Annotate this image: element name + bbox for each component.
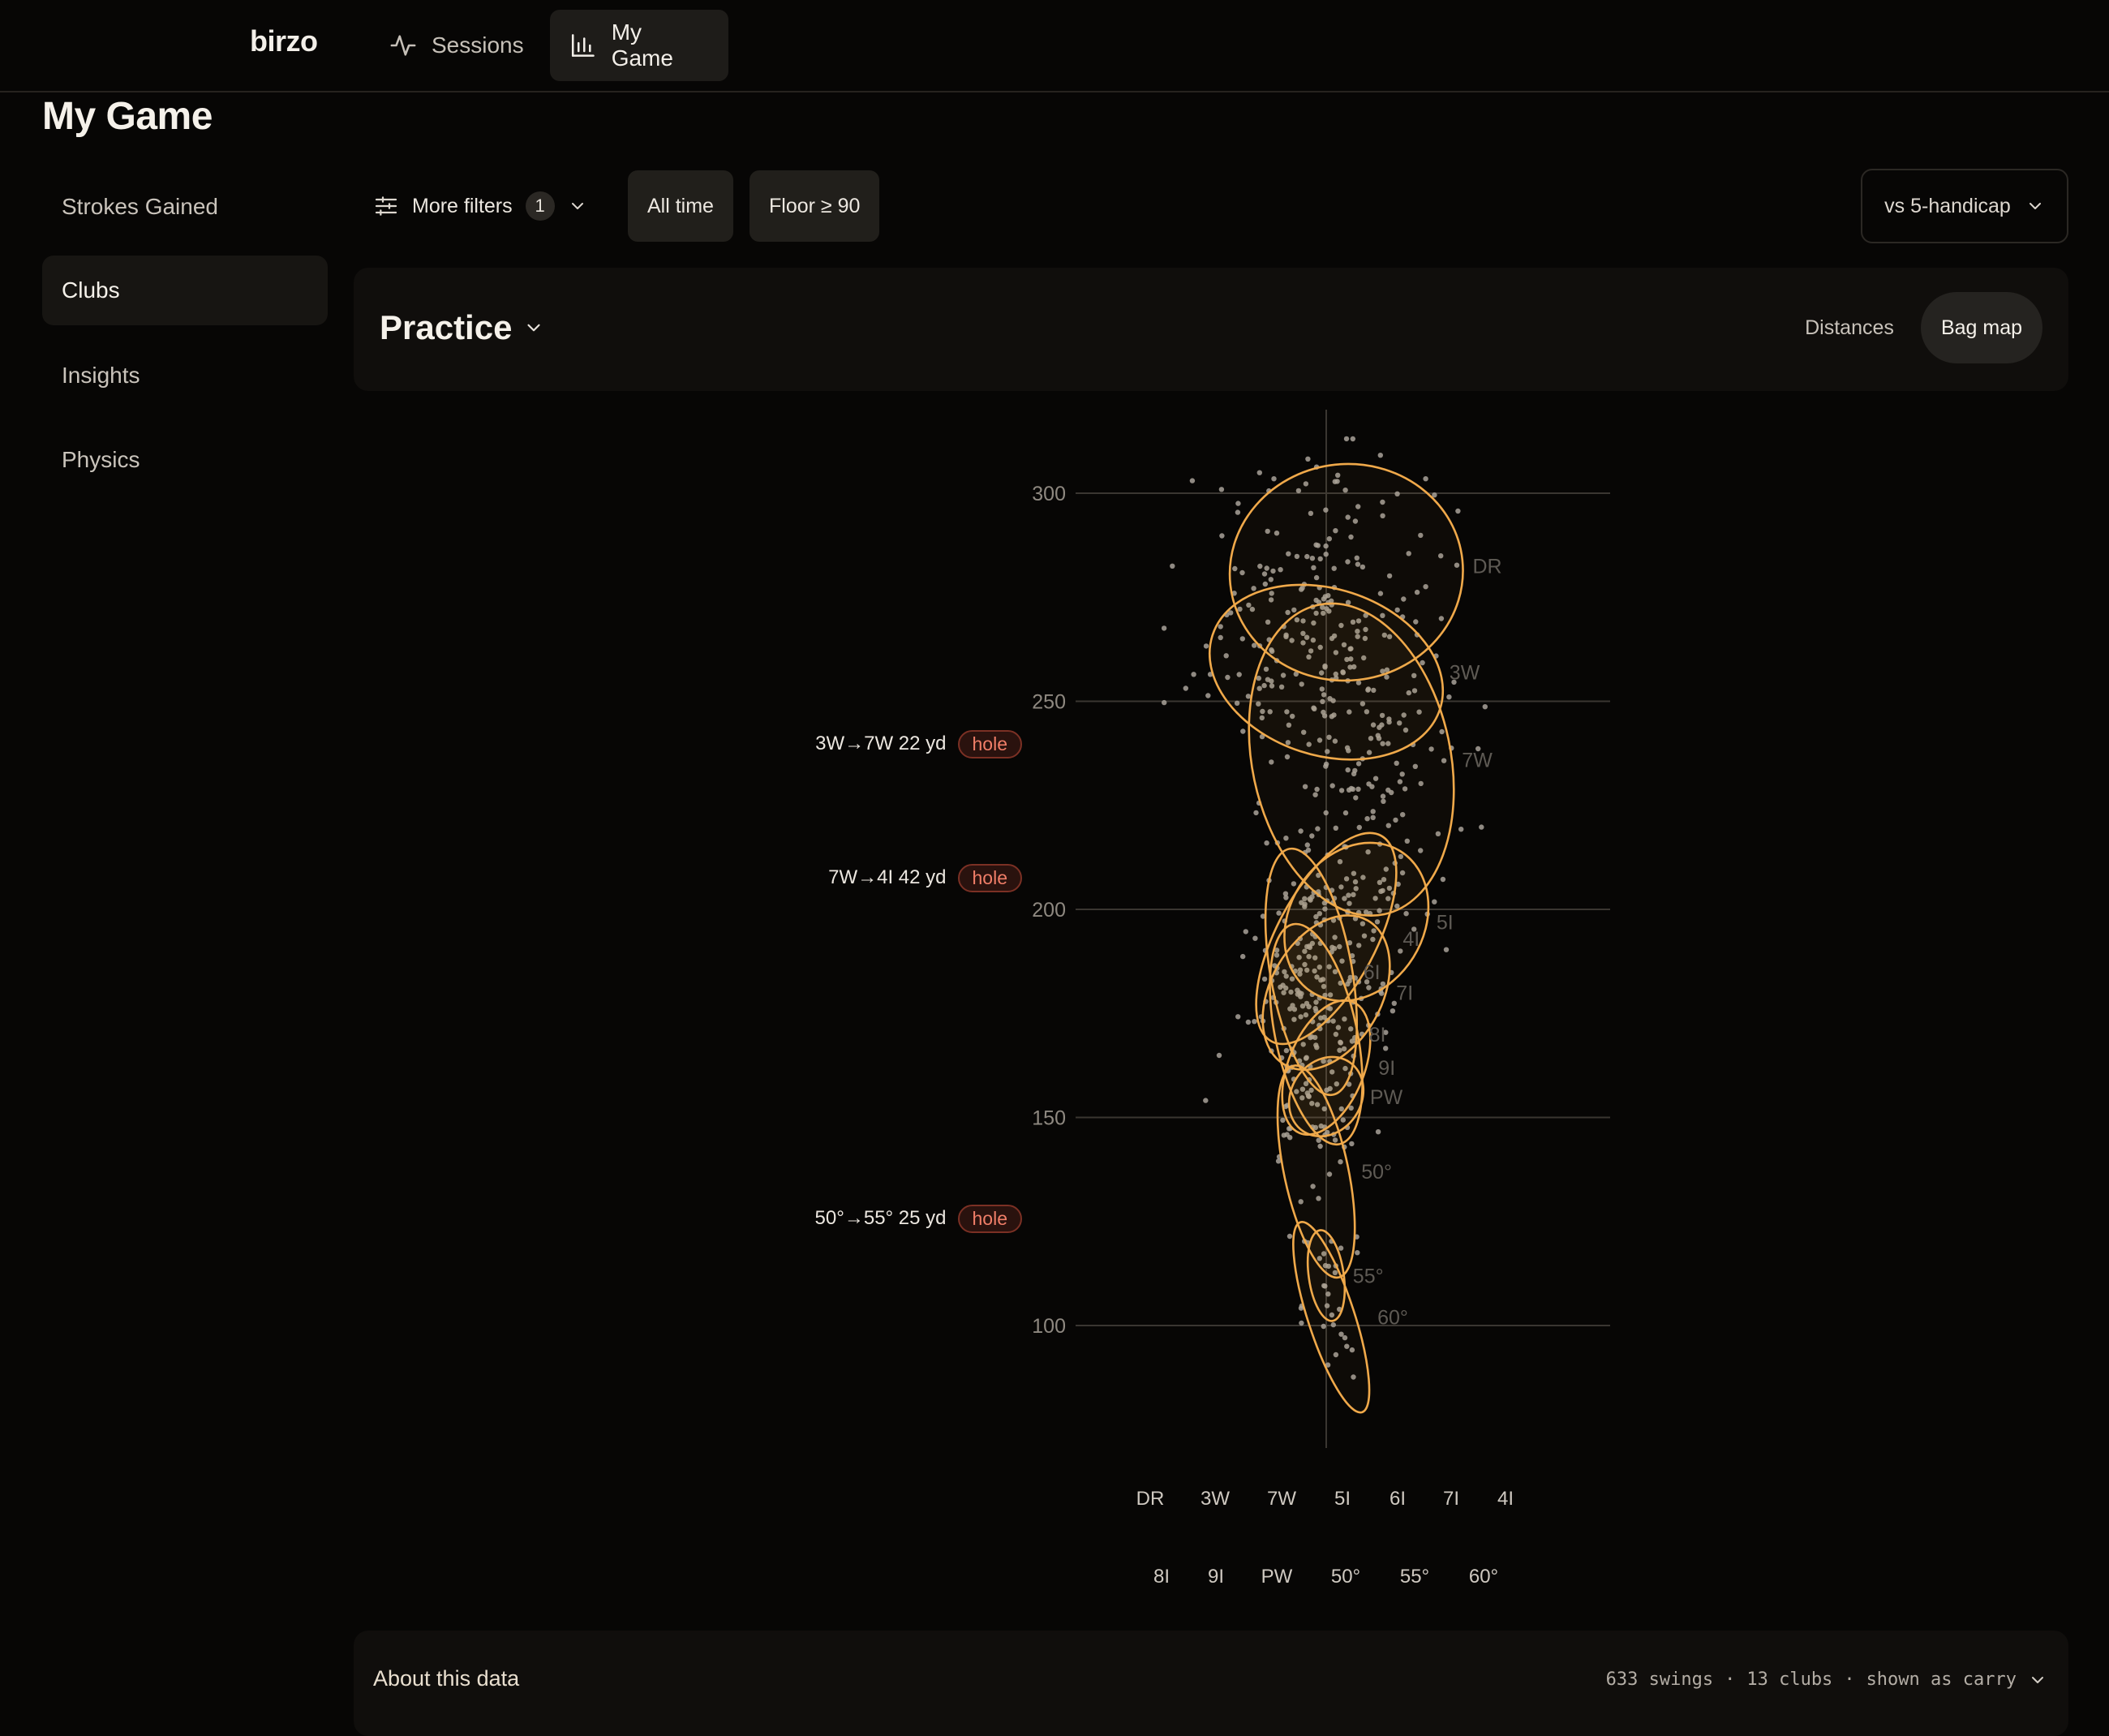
swing-dot [1161, 625, 1167, 631]
swing-dot [1189, 478, 1196, 483]
club-label: 3W [1450, 662, 1480, 685]
y-tick-label: 250 [1032, 691, 1066, 714]
legend-club-label: 8I [1153, 1566, 1170, 1588]
separator: · [1844, 1669, 1855, 1690]
swing-dot [1390, 1008, 1396, 1014]
club-label: DR [1473, 556, 1502, 578]
swing-dot [1423, 476, 1428, 482]
club-label: 55° [1353, 1265, 1384, 1287]
club-label: 8I [1369, 1024, 1386, 1046]
swing-dot [1286, 1233, 1293, 1240]
swing-dot [1482, 704, 1488, 710]
swing-dot [1446, 694, 1452, 700]
swing-dot [1235, 1014, 1241, 1020]
swing-dot [1479, 824, 1484, 830]
swing-dot [1218, 487, 1225, 492]
y-tick-label: 150 [1032, 1107, 1066, 1130]
swing-dot [1235, 501, 1241, 506]
club-label: 4I [1402, 928, 1420, 951]
swing-dot [1240, 953, 1246, 960]
legend-club-label: 7W [1267, 1488, 1296, 1510]
swing-dot [1440, 876, 1446, 883]
club-label: 7W [1462, 749, 1493, 771]
swing-dot [1343, 436, 1350, 442]
club-label: 5I [1437, 911, 1454, 934]
legend-club-label: DR [1136, 1488, 1165, 1510]
swing-dot [1443, 947, 1450, 952]
swing-dot [1170, 563, 1175, 569]
swing-dot [1216, 1052, 1222, 1059]
legend-club-label: 7I [1443, 1488, 1459, 1510]
about-title: About this data [373, 1666, 520, 1691]
club-label: PW [1370, 1086, 1403, 1109]
swing-dot [1256, 470, 1263, 475]
swing-dot [1432, 899, 1437, 905]
legend-club-label: 5I [1334, 1488, 1351, 1510]
bag-map-chart: 100 150 200 250 300 DR 3W 7W 4I 5I 6I 7I 8I 9I PW 50° 5… [1032, 410, 1610, 1588]
club-label: 50° [1361, 1161, 1392, 1184]
swing-dot [1162, 699, 1167, 706]
y-tick-label: 100 [1032, 1315, 1066, 1338]
legend-club-label: 55° [1400, 1566, 1429, 1588]
legend-club-label: 3W [1201, 1488, 1230, 1510]
swing-dot [1375, 1129, 1381, 1135]
club-label: 9I [1378, 1057, 1395, 1080]
swing-count: 633 swings [1605, 1669, 1714, 1690]
y-tick-label: 300 [1032, 483, 1066, 505]
legend-club-label: 6I [1390, 1488, 1406, 1510]
swing-dot [1349, 1141, 1355, 1147]
swing-dot [1383, 1046, 1389, 1051]
swing-dot [1219, 533, 1225, 539]
swing-dot [1240, 728, 1246, 734]
y-tick-label: 200 [1032, 899, 1066, 922]
club-label: 6I [1364, 961, 1381, 984]
display-mode: shown as carry [1866, 1669, 2017, 1690]
legend-club-label: PW [1261, 1566, 1293, 1588]
swing-dot [1458, 827, 1464, 832]
legend-club-label: 9I [1208, 1566, 1224, 1588]
swing-dot [1235, 509, 1241, 515]
legend-club-label: 50° [1331, 1566, 1360, 1588]
swing-dot [1271, 476, 1277, 482]
swing-dot [1191, 672, 1196, 677]
swing-dot [1253, 810, 1259, 816]
swing-dot [1252, 1019, 1257, 1025]
separator: · [1725, 1669, 1736, 1690]
swing-dot [1252, 935, 1258, 941]
swing-dot [1264, 840, 1269, 846]
swing-dot [1377, 453, 1384, 458]
swing-dot [1183, 685, 1189, 691]
swing-dot [1245, 1019, 1252, 1025]
swing-dot [1203, 1098, 1209, 1103]
about-data-section[interactable]: About this data 633 swings · 13 clubs · … [354, 1631, 2068, 1736]
swing-dot [1455, 508, 1461, 514]
swing-dot [1205, 693, 1211, 698]
club-count: 13 clubs [1746, 1669, 1833, 1690]
club-label: 60° [1377, 1307, 1408, 1330]
legend-club-label: 4I [1497, 1488, 1514, 1510]
swing-dot [1243, 929, 1249, 935]
swing-dot [1305, 456, 1311, 462]
swing-dot [1203, 643, 1209, 649]
swing-dot [1350, 436, 1356, 442]
legend-club-label: 60° [1469, 1566, 1498, 1588]
about-meta: 633 swings · 13 clubs · shown as carry [1606, 1669, 2047, 1690]
swing-dot [1355, 1250, 1360, 1256]
swing-dot [1299, 1320, 1304, 1326]
club-label: 7I [1396, 982, 1413, 1005]
chevron-down-icon [2032, 1676, 2043, 1683]
